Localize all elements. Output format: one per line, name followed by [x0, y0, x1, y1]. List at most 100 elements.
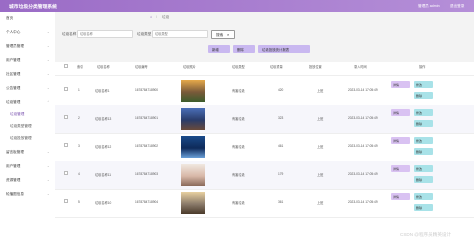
- edit-button-label: 修改: [416, 166, 423, 171]
- column-header: 投放位置: [309, 65, 322, 69]
- sidebar: 首页 个人中心 ⌄ 管理员管理 ⌄ 用户管理 ⌄ 社区管理 ⌄ 公告管理 ⌄ 垃…: [0, 12, 55, 241]
- column-header: 垃圾照片: [183, 65, 196, 69]
- delete-button-label: 删除: [416, 149, 423, 154]
- chevron-down-icon: ⌄: [47, 178, 50, 182]
- sidebar-item-notice[interactable]: 公告管理 ⌄: [0, 84, 55, 93]
- sidebar-subitem-garbage-type[interactable]: 垃圾类型管理: [0, 122, 55, 131]
- batch-delete-label: 删除: [237, 48, 244, 52]
- cell-index: 5: [78, 200, 80, 204]
- detail-button[interactable]: 详情: [391, 165, 410, 172]
- watermark-text: CSDN @程序员精英设计: [400, 232, 452, 237]
- cell-time: 2023-03-14 17:05:49: [348, 116, 378, 120]
- name-filter-input[interactable]: [77, 30, 133, 38]
- detail-button[interactable]: 详情: [391, 193, 410, 200]
- sidebar-item-messages[interactable]: 留言板管理 ⌄: [0, 148, 55, 157]
- chevron-down-icon: ⌄: [47, 164, 50, 168]
- row-checkbox[interactable]: [64, 115, 68, 119]
- sidebar-item-label: 资源管理: [6, 178, 21, 182]
- detail-button-label: 详情: [393, 138, 400, 143]
- sidebar-item-label: 个人中心: [6, 30, 21, 34]
- chevron-up-icon: ⌃: [47, 100, 50, 104]
- select-all-checkbox[interactable]: [64, 64, 68, 68]
- delete-button[interactable]: 删除: [414, 92, 433, 99]
- cell-name: 垃圾名称11: [95, 173, 112, 177]
- column-header: 索引: [77, 65, 84, 69]
- chevron-down-icon: ⌄: [47, 58, 50, 62]
- drop-stats-report-label: 垃圾投放统计报表: [262, 48, 290, 52]
- cell-type: 有害垃圾: [232, 89, 245, 93]
- edit-button-label: 修改: [416, 194, 423, 199]
- sidebar-item-profile[interactable]: 个人中心 ⌄: [0, 28, 55, 37]
- type-filter-label: 垃圾类型: [137, 32, 152, 36]
- add-button[interactable]: 新增: [208, 45, 230, 53]
- cell-code: 1678784718902: [135, 144, 159, 148]
- cell-type: 有害垃圾: [232, 117, 245, 121]
- garbage-photo: [181, 80, 205, 102]
- logout-link[interactable]: 退出登录: [450, 4, 464, 9]
- cell-name: 垃圾名称13: [95, 117, 112, 121]
- row-checkbox[interactable]: [64, 171, 68, 175]
- delete-button[interactable]: 删除: [414, 176, 433, 183]
- sidebar-item-admin[interactable]: 管理员管理 ⌄: [0, 42, 55, 51]
- cell-position: 上班: [317, 117, 324, 121]
- delete-button-label: 删除: [416, 205, 423, 210]
- type-filter-input[interactable]: [152, 30, 208, 38]
- edit-button[interactable]: 修改: [414, 165, 433, 172]
- sidebar-item-users-2[interactable]: 用户管理 ⌄: [0, 162, 55, 171]
- sidebar-subitem-garbage[interactable]: 垃圾管理: [0, 110, 55, 119]
- delete-button-label: 删除: [416, 177, 423, 182]
- delete-button-label: 删除: [416, 121, 423, 126]
- cell-time: 2023-03-14 17:05:49: [348, 172, 378, 176]
- detail-button[interactable]: 详情: [391, 81, 410, 88]
- home-icon[interactable]: ⌂: [150, 15, 152, 19]
- sidebar-item-carousel[interactable]: 轮播图信息 ⌄: [0, 190, 55, 199]
- row-checkbox[interactable]: [64, 199, 68, 203]
- sidebar-item-label: 管理员管理: [6, 44, 24, 48]
- sidebar-item-label: 垃圾投放管理: [10, 136, 32, 140]
- sidebar-item-home[interactable]: 首页: [0, 14, 55, 23]
- delete-button-label: 删除: [416, 93, 423, 98]
- chevron-down-icon: ⌄: [47, 44, 50, 48]
- sidebar-subitem-garbage-drop[interactable]: 垃圾投放管理: [0, 134, 55, 143]
- delete-button[interactable]: 删除: [414, 148, 433, 155]
- sidebar-item-resources[interactable]: 资源管理 ⌄: [0, 176, 55, 185]
- sidebar-item-community[interactable]: 社区管理 ⌄: [0, 70, 55, 79]
- row-checkbox[interactable]: [64, 143, 68, 147]
- current-user[interactable]: 管理员 admin: [418, 4, 440, 9]
- edit-button[interactable]: 修改: [414, 109, 433, 116]
- batch-delete-button[interactable]: 删除: [233, 45, 255, 53]
- row-checkbox[interactable]: [64, 87, 68, 91]
- cell-code: 1678784718900: [135, 88, 159, 92]
- cell-weight: 361: [278, 200, 284, 204]
- search-button[interactable]: 搜索 ⌕: [211, 29, 235, 39]
- delete-button[interactable]: 删除: [414, 120, 433, 127]
- detail-button-label: 详情: [393, 194, 400, 199]
- detail-button-label: 详情: [393, 110, 400, 115]
- garbage-photo: [181, 108, 205, 130]
- garbage-photo: [181, 164, 205, 186]
- cell-type: 有害垃圾: [232, 201, 245, 205]
- cell-position: 上班: [317, 145, 324, 149]
- sidebar-item-label: 轮播图信息: [6, 192, 24, 196]
- cell-index: 4: [78, 172, 80, 176]
- table-row: [55, 105, 474, 133]
- edit-button-label: 修改: [416, 82, 423, 87]
- sidebar-item-users[interactable]: 用户管理 ⌄: [0, 56, 55, 65]
- sidebar-item-garbage[interactable]: 垃圾管理 ⌃: [0, 98, 55, 107]
- garbage-photo: [181, 192, 205, 214]
- detail-button[interactable]: 详情: [391, 137, 410, 144]
- edit-button[interactable]: 修改: [414, 193, 433, 200]
- drop-stats-report-button[interactable]: 垃圾投放统计报表: [258, 45, 310, 53]
- cell-weight: 323: [278, 116, 284, 120]
- edit-button-label: 修改: [416, 138, 423, 143]
- column-header: 操作: [419, 65, 426, 69]
- chevron-down-icon: ⌄: [47, 30, 50, 34]
- sidebar-item-label: 用户管理: [6, 58, 21, 62]
- edit-button[interactable]: 修改: [414, 137, 433, 144]
- detail-button[interactable]: 详情: [391, 109, 410, 116]
- cell-weight: 461: [278, 144, 284, 148]
- detail-button-label: 详情: [393, 166, 400, 171]
- edit-button[interactable]: 修改: [414, 81, 433, 88]
- cell-index: 3: [78, 144, 80, 148]
- delete-button[interactable]: 删除: [414, 204, 433, 211]
